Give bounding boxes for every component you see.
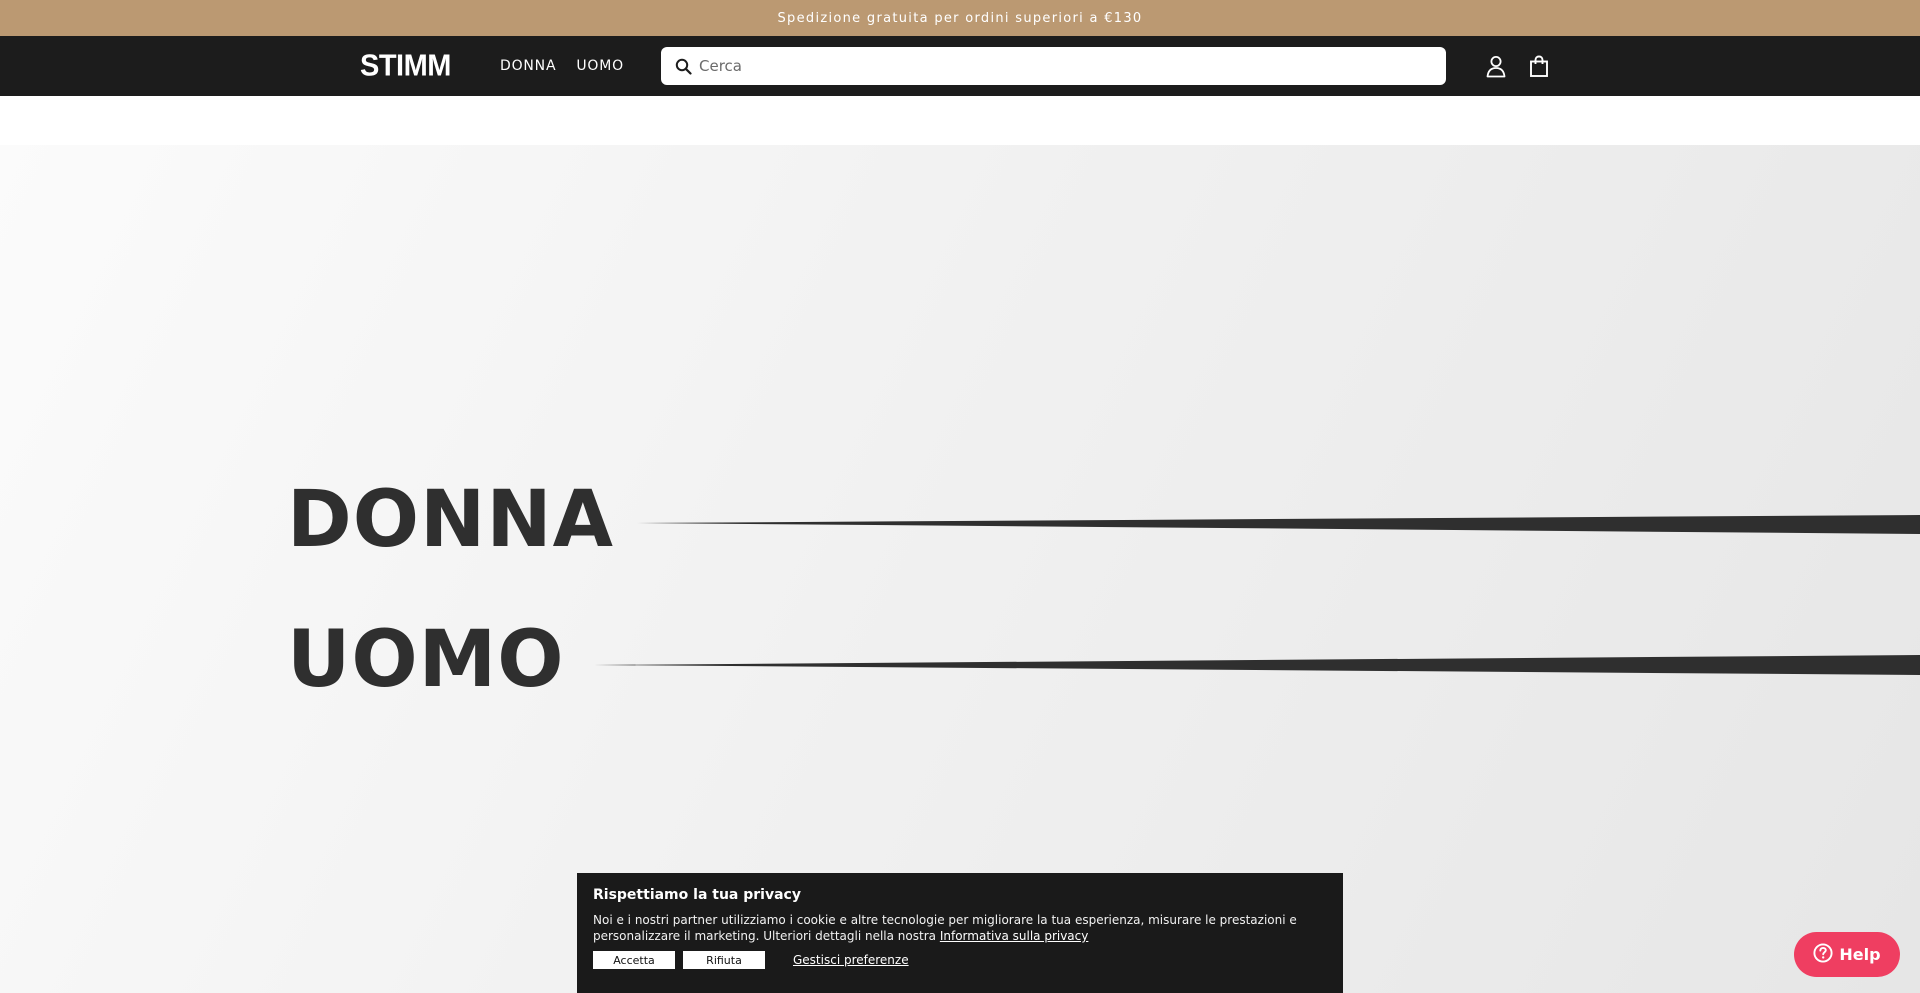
accept-button[interactable]: Accetta (593, 951, 675, 969)
hero-section: DONNA UOMO (0, 145, 1920, 993)
hero-link-uomo[interactable]: UOMO (287, 615, 565, 705)
account-icon[interactable] (1482, 52, 1510, 80)
help-label: Help (1839, 945, 1881, 964)
cookie-title: Rispettiamo la tua privacy (593, 887, 801, 903)
help-icon (1813, 942, 1833, 967)
hero-link-donna[interactable]: DONNA (287, 475, 614, 565)
bag-icon[interactable] (1525, 52, 1553, 80)
uomo-line (594, 655, 1920, 675)
reject-button[interactable]: Rifiuta (683, 951, 765, 969)
manage-preferences-link[interactable]: Gestisci preferenze (793, 953, 909, 967)
main-nav: DONNA UOMO (500, 36, 624, 96)
search-bar[interactable] (661, 47, 1446, 85)
cookie-banner: Rispettiamo la tua privacy Noi e i nostr… (577, 873, 1343, 993)
search-icon[interactable] (661, 47, 699, 85)
announcement-bar: Spedizione gratuita per ordini superiori… (0, 0, 1920, 36)
cookie-actions: Accetta Rifiuta Gestisci preferenze (593, 951, 1327, 969)
announcement-text: Spedizione gratuita per ordini superiori… (777, 10, 1143, 26)
logo[interactable]: STIMM (360, 48, 451, 84)
privacy-policy-link[interactable]: Informativa sulla privacy (940, 929, 1089, 943)
nav-item-donna[interactable]: DONNA (500, 58, 556, 74)
search-input[interactable] (699, 47, 1446, 85)
site-header: STIMM DONNA UOMO (0, 36, 1920, 96)
cookie-text: Noi e i nostri partner utilizziamo i coo… (593, 912, 1327, 944)
help-button[interactable]: Help (1794, 932, 1900, 977)
donna-line (637, 515, 1920, 534)
nav-item-uomo[interactable]: UOMO (576, 58, 624, 74)
hero-decorative-lines (594, 515, 1920, 675)
